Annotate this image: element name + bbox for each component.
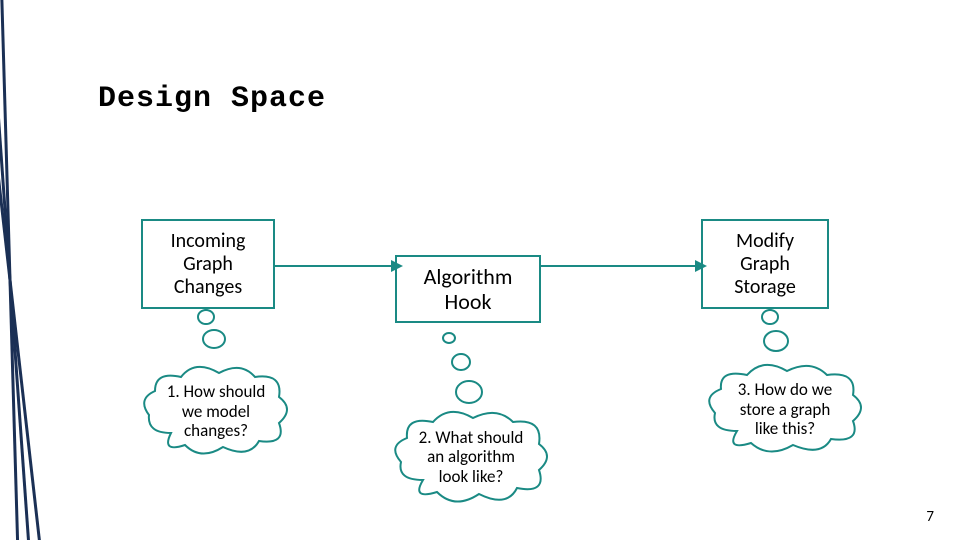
thought-3-text: 3. How do westore a graphlike this? (705, 380, 865, 439)
thought-2-text: 2. What shouldan algorithmlook like? (391, 428, 551, 487)
side-decoration (0, 0, 80, 540)
box-incoming-changes: IncomingGraphChanges (141, 219, 275, 309)
thought-store-graph: 3. How do westore a graphlike this? (705, 361, 865, 456)
arrow-mid-to-right (539, 256, 707, 276)
box-algorithm-hook: AlgorithmHook (395, 255, 541, 323)
thought-algorithm-look: 2. What shouldan algorithmlook like? (391, 408, 551, 506)
thought-model-changes: 1. How shouldwe modelchanges? (141, 363, 291, 458)
arrow-left-to-mid (273, 256, 403, 276)
thought-1-text: 1. How shouldwe modelchanges? (141, 382, 291, 441)
slide-title: Design Space (98, 82, 326, 116)
thought-trail-2 (435, 326, 485, 416)
page-number: 7 (926, 508, 934, 526)
box-modify-storage: ModifyGraphStorage (701, 219, 829, 309)
thought-trail-1 (190, 305, 230, 370)
